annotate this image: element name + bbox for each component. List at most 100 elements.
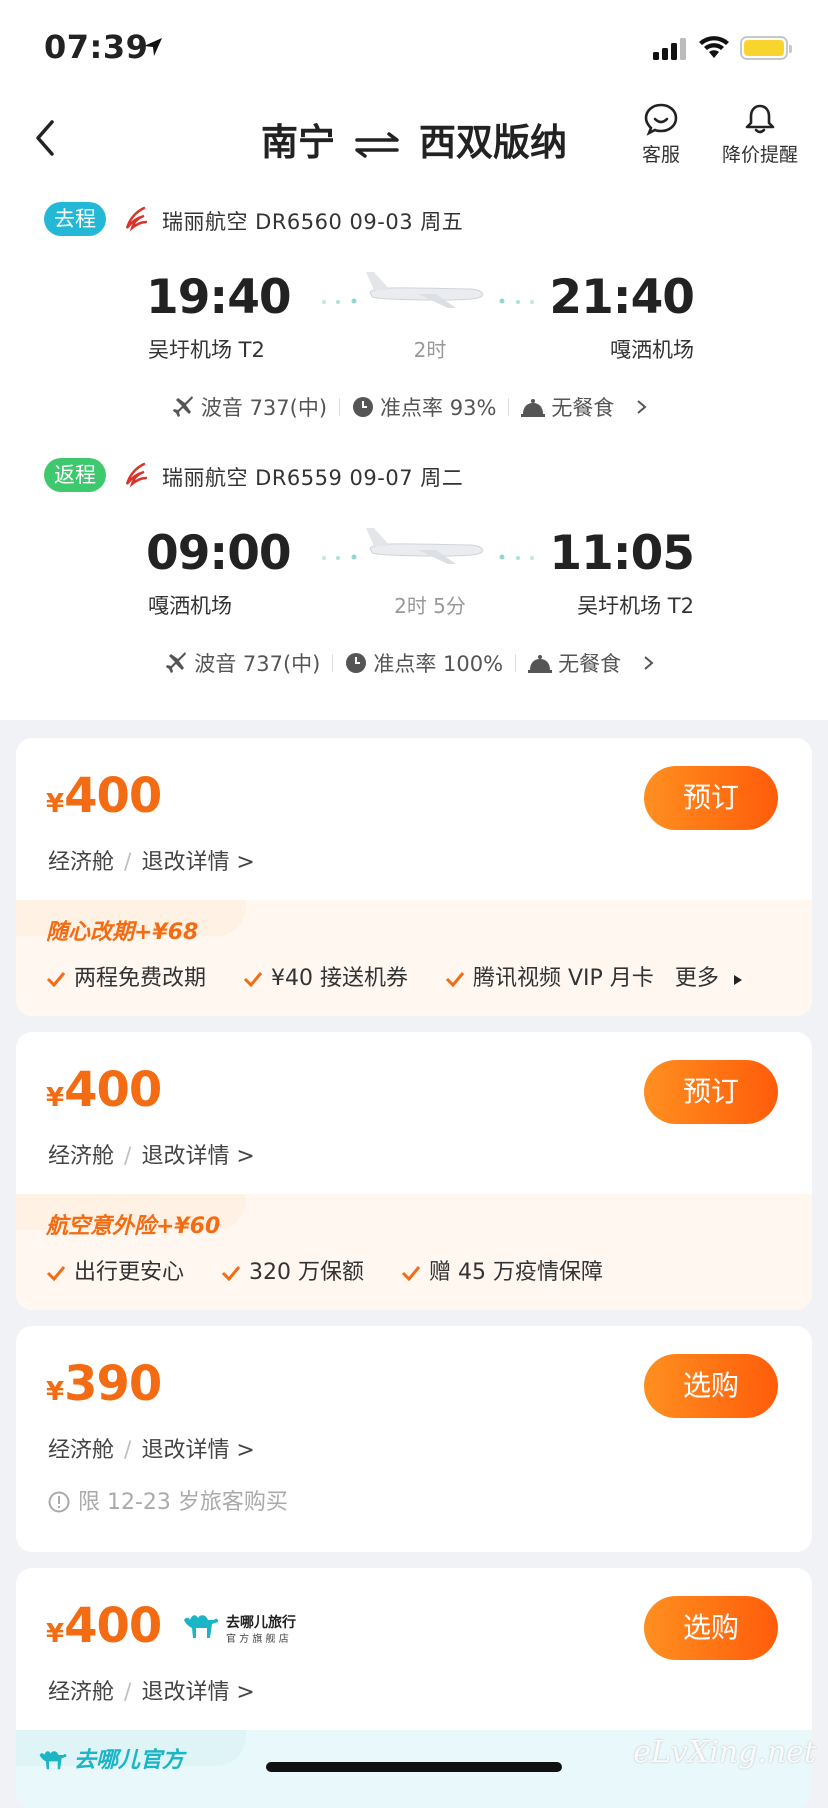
camel-logo-icon [39, 1751, 67, 1770]
airplane-icon [322, 272, 534, 308]
benefit-item: 两程免费改期 [46, 966, 206, 991]
status-bar: 07:39 [0, 0, 828, 100]
fare-price: ¥400 [46, 768, 162, 824]
age-restriction-note: 限 12-23 岁旅客购买 [48, 1484, 288, 1516]
cabin-class: 经济舱 [48, 1438, 115, 1463]
fare-price: ¥400 [46, 1062, 162, 1118]
triangle-right-icon [733, 975, 742, 985]
store-name: 去哪儿旅行 [226, 1615, 296, 1631]
nav-header: 南宁 西双版纳 客服 降价提醒 [0, 100, 828, 190]
swap-arrows-icon[interactable] [353, 130, 401, 160]
check-icon [401, 1266, 421, 1282]
outbound-duration: 2时 [413, 338, 447, 362]
book-button[interactable]: 预订 [644, 766, 778, 830]
refund-rules-link[interactable]: 退改详情 > [141, 1144, 254, 1169]
cabin-class: 经济舱 [48, 850, 115, 875]
return-flight-info: 瑞丽航空 DR6559 09-07 周二 [162, 466, 464, 490]
aircraft-type: 波音 737(中) [166, 648, 320, 678]
meal-info: 无餐食 [528, 648, 621, 678]
promo-benefits: 两程免费改期 ¥40 接送机券 腾讯视频 VIP 月卡 更多 [46, 960, 752, 992]
benefit-item: ¥40 接送机券 [243, 966, 408, 991]
fare-price: ¥400 [46, 1598, 162, 1654]
outbound-meta-row[interactable]: 波音 737(中) 准点率 93% 无餐食 [0, 392, 828, 422]
fare-card[interactable]: ¥400 预订 经济舱 / 退改详情 > 随心改期+¥68 两程免费改期 ¥40 接… [16, 738, 812, 1016]
return-duration: 2时 5分 [394, 594, 466, 618]
price-alert-button[interactable]: 降价提醒 [722, 102, 798, 167]
check-icon [243, 972, 263, 988]
ontime-rate: 准点率 100% [345, 648, 503, 678]
customer-service-label: 客服 [642, 144, 681, 166]
fare-card[interactable]: ¥390 选购 经济舱 / 退改详情 > 限 12-23 岁旅客购买 [16, 1326, 812, 1552]
return-dep-time: 09:00 [146, 526, 292, 581]
cabin-rules-row: 经济舱 / 退改详情 > [48, 1680, 255, 1705]
price-alert-label: 降价提醒 [722, 144, 799, 166]
ruili-airlines-logo-icon [125, 206, 148, 232]
outbound-tag: 去程 [44, 202, 106, 236]
bell-icon [745, 104, 775, 134]
more-link[interactable]: 更多 [675, 966, 719, 991]
chat-smile-icon [644, 103, 678, 136]
fare-card[interactable]: ¥400 去哪儿旅行 官 方 旗 舰 店 选购 经济舱 / 退改详情 > 去哪儿官方 [16, 1568, 812, 1808]
qunar-official-label: 去哪儿官方 [38, 1742, 184, 1774]
promo-title: 航空意外险+¥60 [46, 1214, 221, 1239]
plane-small-icon [172, 396, 193, 417]
cabin-rules-row: 经济舱 / 退改详情 > [48, 1438, 255, 1463]
fare-card[interactable]: ¥400 预订 经济舱 / 退改详情 > 航空意外险+¥60 出行更安心 320 万… [16, 1032, 812, 1310]
meal-cloche-icon [521, 399, 546, 417]
refund-rules-link[interactable]: 退改详情 > [141, 1680, 254, 1705]
outbound-dep-time: 19:40 [146, 270, 292, 325]
return-arr-time: 11:05 [549, 526, 695, 581]
return-meta-row[interactable]: 波音 737(中) 准点率 100% 无餐食 [0, 648, 828, 678]
promo-benefits: 出行更安心 320 万保额 赠 45 万疫情保障 [46, 1254, 633, 1286]
store-sub: 官 方 旗 舰 店 [226, 1634, 289, 1645]
promo-title: 随心改期+¥68 [46, 920, 199, 945]
battery-icon [740, 36, 792, 60]
return-tag: 返程 [44, 458, 106, 492]
check-icon [46, 972, 66, 988]
promo-panel[interactable]: 航空意外险+¥60 出行更安心 320 万保额 赠 45 万疫情保障 [16, 1194, 812, 1310]
promo-panel[interactable]: 随心改期+¥68 两程免费改期 ¥40 接送机券 腾讯视频 VIP 月卡 更多 [16, 900, 812, 1016]
watermark: eLvXing.net [633, 1735, 816, 1770]
benefit-item: 腾讯视频 VIP 月卡 [445, 966, 654, 991]
airplane-icon [322, 528, 534, 564]
meal-info: 无餐食 [521, 392, 614, 422]
chevron-right-icon [637, 400, 647, 414]
cabin-rules-row: 经济舱 / 退改详情 > [48, 850, 255, 875]
cabin-rules-row: 经济舱 / 退改详情 > [48, 1144, 255, 1169]
cellular-signal-icon [653, 38, 686, 60]
cabin-class: 经济舱 [48, 1680, 115, 1705]
refund-rules-link[interactable]: 退改详情 > [141, 850, 254, 875]
clock-icon [353, 397, 374, 417]
meal-cloche-icon [528, 655, 553, 673]
to-city: 西双版纳 [419, 121, 567, 164]
customer-service-button[interactable]: 客服 [642, 102, 680, 167]
check-icon [46, 1266, 66, 1282]
clock-icon [346, 653, 367, 673]
outbound-flight-info: 瑞丽航空 DR6560 09-03 周五 [162, 210, 464, 234]
exclamation-circle-icon [48, 1491, 70, 1513]
check-icon [445, 972, 465, 988]
benefit-item: 出行更安心 [46, 1260, 184, 1285]
book-button[interactable]: 预订 [644, 1060, 778, 1124]
from-city: 南宁 [261, 121, 335, 164]
route-title: 南宁 西双版纳 [0, 112, 828, 166]
fare-price: ¥390 [46, 1356, 162, 1412]
wifi-icon [699, 36, 729, 58]
plane-small-icon [166, 652, 187, 673]
aircraft-type: 波音 737(中) [172, 392, 327, 422]
buy-button[interactable]: 选购 [644, 1596, 778, 1660]
benefit-item: 320 万保额 [221, 1260, 364, 1285]
ontime-rate: 准点率 93% [352, 392, 496, 422]
refund-rules-link[interactable]: 退改详情 > [141, 1438, 254, 1463]
home-indicator [266, 1762, 562, 1772]
camel-logo-icon [184, 1615, 218, 1638]
status-time: 07:39 [44, 28, 149, 66]
benefit-item: 赠 45 万疫情保障 [401, 1260, 603, 1285]
chevron-right-icon [644, 656, 654, 670]
location-arrow-icon [144, 38, 162, 56]
ruili-airlines-logo-icon [125, 462, 148, 488]
check-icon [221, 1266, 241, 1282]
cabin-class: 经济舱 [48, 1144, 115, 1169]
outbound-arr-time: 21:40 [549, 270, 695, 325]
buy-button[interactable]: 选购 [644, 1354, 778, 1418]
